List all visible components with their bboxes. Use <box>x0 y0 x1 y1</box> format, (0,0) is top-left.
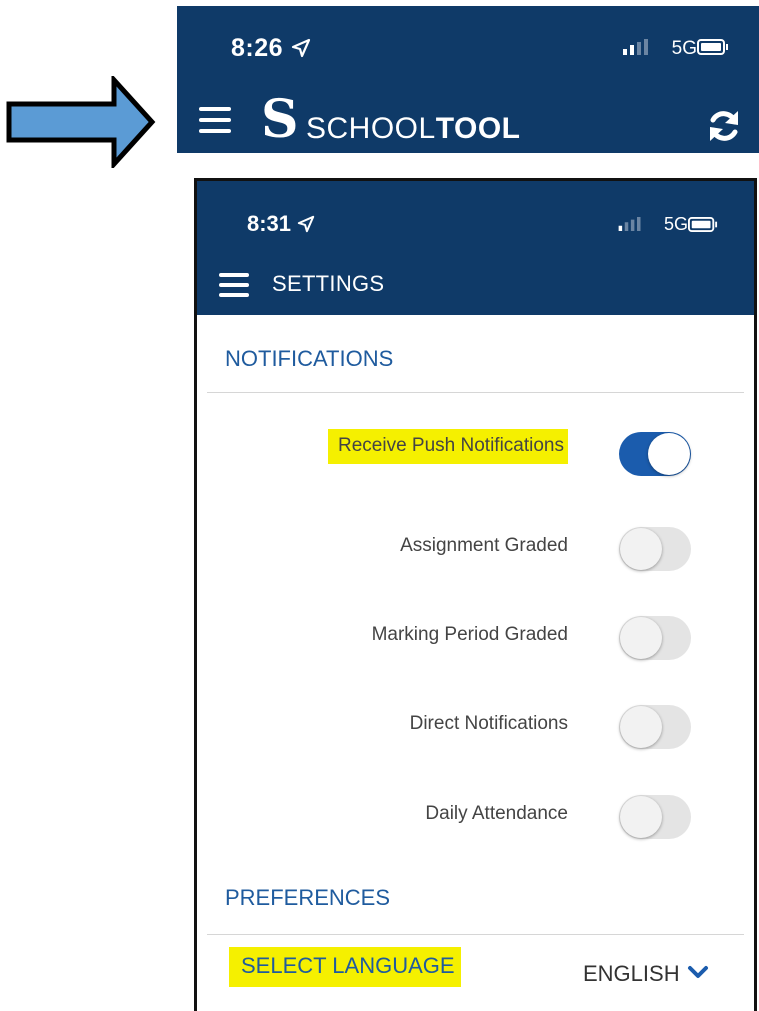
location-arrow-icon <box>291 38 310 58</box>
toggle-knob <box>620 796 662 838</box>
status-time: 8:26 <box>231 34 311 63</box>
daily-attendance-label: Daily Attendance <box>425 803 568 824</box>
toggle-knob <box>648 433 690 475</box>
daily-attendance-toggle[interactable] <box>619 795 691 839</box>
status-time: 8:31 <box>247 211 315 237</box>
schooltool-logo-icon: S <box>261 89 299 150</box>
battery-icon <box>697 39 728 55</box>
refresh-icon[interactable] <box>705 107 743 145</box>
pointing-arrow-icon <box>6 76 156 168</box>
direct-notifications-label: Direct Notifications <box>409 713 568 734</box>
settings-screen: 8:31 5G SETTINGS NOTIFICATIONS Receive P… <box>194 178 757 1011</box>
signal-icon <box>623 39 648 55</box>
divider <box>207 934 744 935</box>
assignment-graded-label: Assignment Graded <box>400 535 568 556</box>
battery-icon <box>688 217 718 232</box>
preferences-heading: PREFERENCES <box>225 885 391 910</box>
receive-push-notifications-toggle[interactable] <box>619 432 691 476</box>
assignment-graded-toggle[interactable] <box>619 527 691 571</box>
language-select[interactable]: ENGLISH <box>583 961 680 987</box>
toggle-knob <box>620 706 662 748</box>
select-language-label: SELECT LANGUAGE <box>229 947 461 987</box>
divider <box>207 392 744 393</box>
hamburger-menu-icon[interactable] <box>199 106 231 134</box>
page-title: SETTINGS <box>272 271 385 296</box>
signal-icon <box>618 217 641 231</box>
network-label: 5G <box>663 214 688 234</box>
settings-header: 8:31 5G SETTINGS <box>197 181 754 315</box>
chevron-down-icon[interactable] <box>687 964 709 980</box>
toggle-knob <box>620 528 662 570</box>
brand-name: SCHOOLTOOL <box>306 112 521 145</box>
marking-period-graded-label: Marking Period Graded <box>371 624 568 645</box>
network-label: 5G <box>671 38 697 59</box>
receive-push-notifications-label: Receive Push Notifications <box>328 429 568 464</box>
location-arrow-icon <box>297 215 315 233</box>
direct-notifications-toggle[interactable] <box>619 705 691 749</box>
toggle-knob <box>620 617 662 659</box>
hamburger-menu-icon[interactable] <box>219 273 249 297</box>
notifications-heading: NOTIFICATIONS <box>225 346 394 371</box>
schooltool-app-header: 8:26 5G S SCHOOLTOOL <box>177 6 759 153</box>
marking-period-graded-toggle[interactable] <box>619 616 691 660</box>
